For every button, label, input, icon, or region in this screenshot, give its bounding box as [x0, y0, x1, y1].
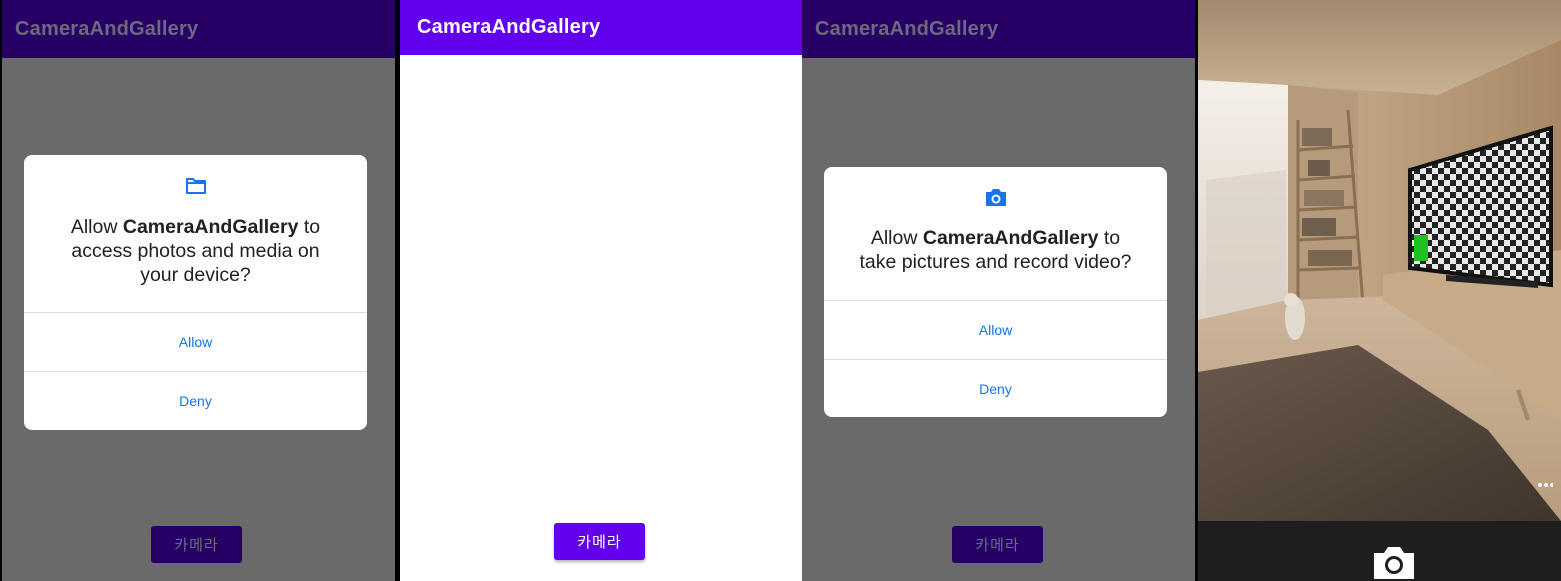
camera-button[interactable]: 카메라: [554, 523, 645, 560]
storage-permission-dialog: Allow CameraAndGallery to access photos …: [24, 155, 367, 430]
app-title: CameraAndGallery: [15, 17, 199, 40]
camera-button[interactable]: 카메라: [952, 526, 1043, 563]
screen-camera-permission: CameraAndGallery Allow CameraAndGallery …: [802, 0, 1195, 581]
camera-permission-dialog: Allow CameraAndGallery to take pictures …: [824, 167, 1167, 417]
more-options-icon[interactable]: [1537, 477, 1553, 493]
app-bar: CameraAndGallery: [802, 0, 1195, 58]
screen-camera-preview: [1198, 0, 1561, 581]
camera-icon: [985, 189, 1006, 206]
app-title: CameraAndGallery: [417, 16, 601, 38]
allow-button[interactable]: Allow: [24, 312, 367, 371]
deny-button[interactable]: Deny: [824, 359, 1167, 417]
deny-button[interactable]: Deny: [24, 371, 367, 430]
screen-main: CameraAndGallery 카메라: [400, 0, 802, 581]
allow-button[interactable]: Allow: [824, 300, 1167, 359]
app-title: CameraAndGallery: [815, 17, 999, 40]
camera-button[interactable]: 카메라: [151, 526, 242, 563]
folder-icon: [185, 178, 206, 194]
dialog-message: Allow CameraAndGallery to take pictures …: [859, 227, 1132, 273]
app-name: CameraAndGallery: [922, 227, 1099, 249]
app-bar: CameraAndGallery: [2, 0, 395, 58]
camera-viewfinder[interactable]: [1198, 0, 1561, 521]
dialog-message: Allow CameraAndGallery to access photos …: [70, 216, 321, 286]
app-name: CameraAndGallery: [122, 216, 299, 238]
screen-storage-permission: CameraAndGallery Allow CameraAndGallery …: [2, 0, 395, 581]
camera-shutter-icon[interactable]: [1372, 544, 1416, 581]
app-bar: CameraAndGallery: [400, 0, 802, 55]
